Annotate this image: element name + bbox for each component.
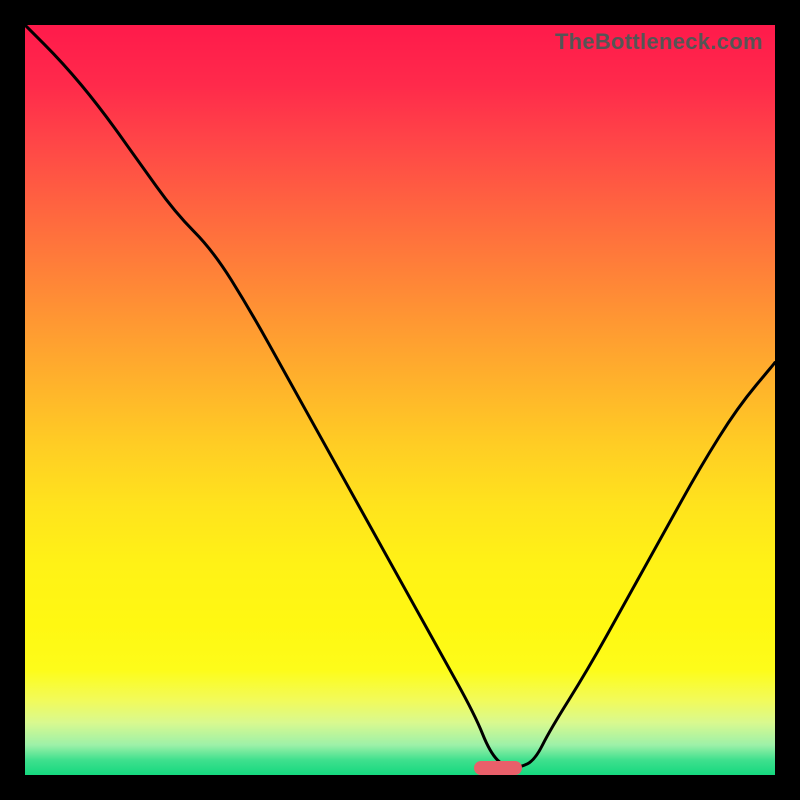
plot-area: TheBottleneck.com (25, 25, 775, 775)
bottleneck-curve (25, 25, 775, 775)
curve-path (25, 25, 775, 768)
chart-frame: TheBottleneck.com (0, 0, 800, 800)
optimal-marker (474, 761, 522, 775)
